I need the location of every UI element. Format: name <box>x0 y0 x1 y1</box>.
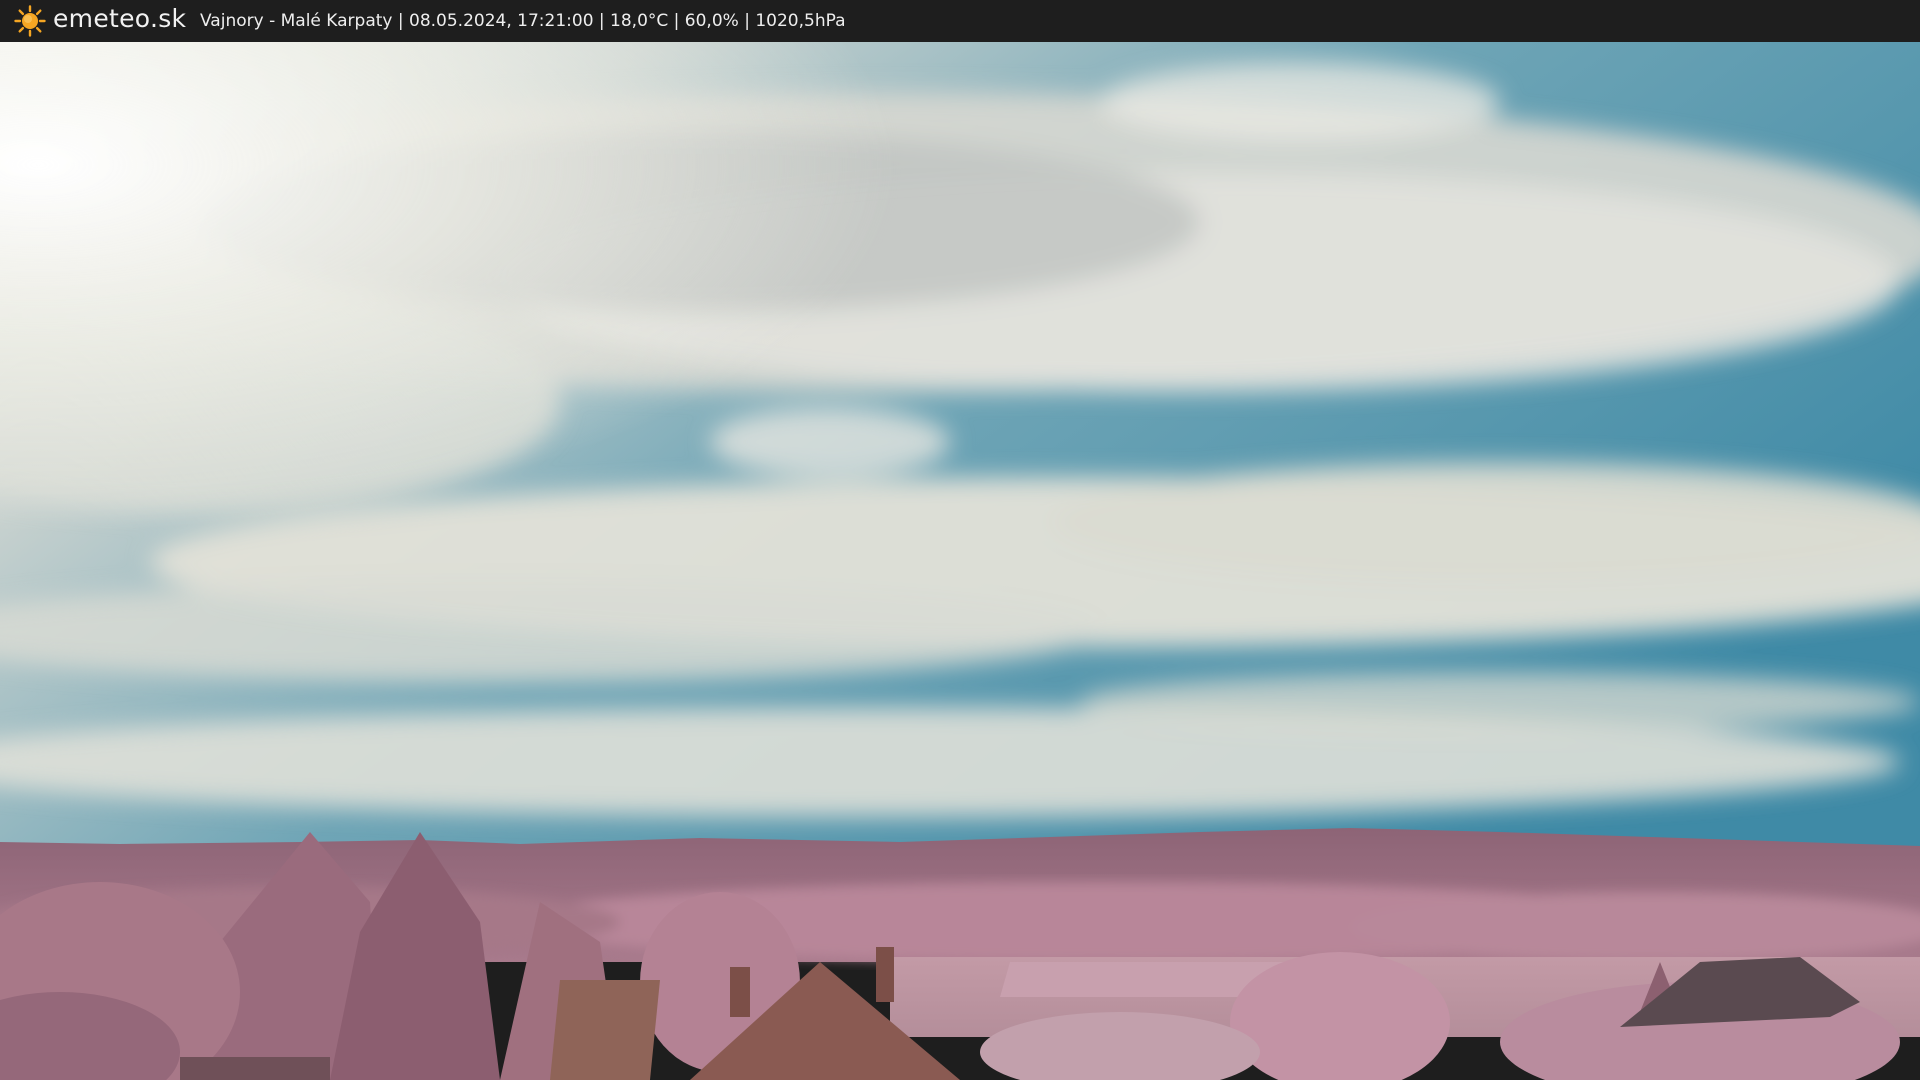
sun-icon <box>14 5 46 37</box>
webcam-caption: Vajnory - Malé Karpaty | 08.05.2024, 17:… <box>200 11 846 31</box>
top-bar: emeteo.sk Vajnory - Malé Karpaty | 08.05… <box>0 0 1920 42</box>
webcam-image <box>0 42 1920 1080</box>
site-brand[interactable]: emeteo.sk <box>53 4 186 33</box>
